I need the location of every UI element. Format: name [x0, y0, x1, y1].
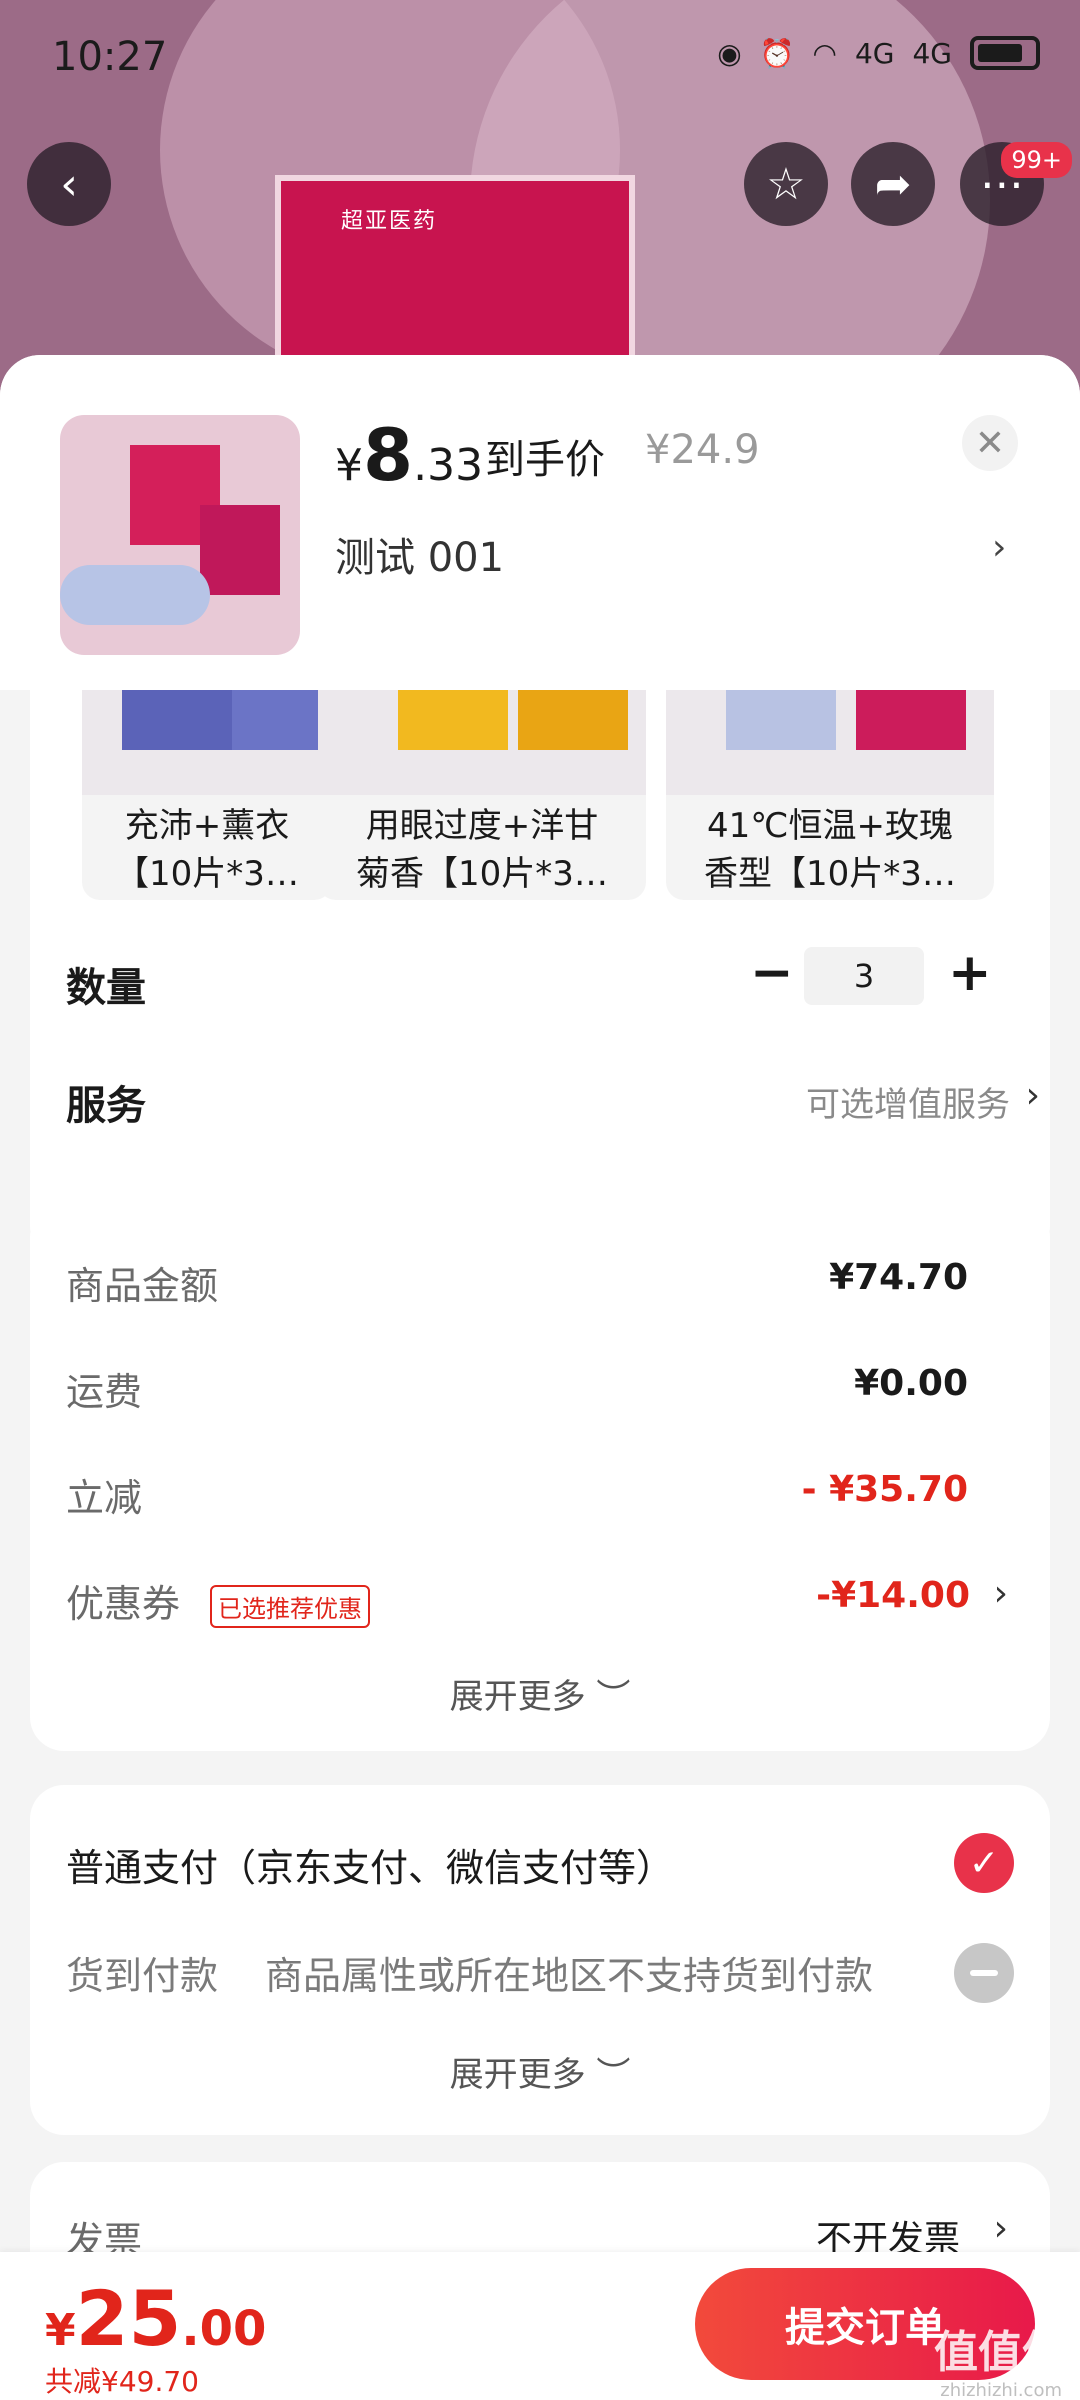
battery-icon — [970, 36, 1040, 70]
goods-amount-value: ¥74.70 — [829, 1257, 968, 1298]
disabled-icon — [954, 1943, 1014, 2003]
total-price: ¥25.00 — [45, 2274, 267, 2363]
product-box-label: 超亚医药 — [341, 209, 438, 234]
expand-more-button[interactable]: 展开更多 ︶ — [30, 1669, 1050, 1718]
payment-cod-label: 货到付款 — [66, 1954, 219, 1998]
watermark-url: zhizhizhi.com — [940, 2380, 1062, 2400]
goods-amount-label: 商品金额 — [66, 1264, 219, 1308]
quantity-decrease-button[interactable]: − — [750, 943, 794, 1003]
wifi-icon: ◠ — [812, 36, 837, 70]
checkout-bar: ¥25.00 共减¥49.70 提交订单 值值值 zhizhizhi.com — [0, 2252, 1080, 2400]
signal-icon: 4G — [854, 36, 895, 70]
chevron-right-icon[interactable]: › — [1026, 1075, 1040, 1116]
star-icon: ☆ — [766, 158, 806, 210]
service-label: 服务 — [66, 1083, 146, 1129]
total-saved: 共减¥49.70 — [45, 2365, 199, 2398]
service-value[interactable]: 可选增值服务 — [806, 1077, 1010, 1126]
variant-option[interactable]: 41℃恒温+玫瑰 香型【10片*3… — [666, 690, 994, 900]
payment-normal-label[interactable]: 普通支付（京东支付、微信支付等） — [66, 1837, 674, 1892]
expand-more-button[interactable]: 展开更多 ︶ — [30, 2047, 1050, 2096]
amount-card: 商品金额 ¥74.70 运费 ¥0.00 立减 - ¥35.70 优惠券 已选推… — [30, 1203, 1050, 1751]
watermark-logo: 值值值 — [934, 2327, 1066, 2378]
payment-cod-note: 商品属性或所在地区不支持货到付款 — [265, 1954, 874, 1998]
coupon-label: 优惠券 — [66, 1582, 181, 1626]
product-thumbnail[interactable] — [60, 415, 300, 655]
status-icons: ◉ ⏰ ◠ 4G 4G — [717, 36, 1040, 70]
signal-icon: 4G — [912, 36, 952, 70]
eye-icon: ◉ — [717, 36, 742, 70]
quantity-increase-button[interactable]: + — [948, 943, 992, 1003]
status-bar: 10:27 ◉ ⏰ ◠ 4G 4G — [0, 0, 1080, 110]
back-button[interactable]: ‹ — [27, 142, 111, 226]
coupon-value[interactable]: -¥14.00 — [816, 1575, 970, 1616]
payment-card: 普通支付（京东支付、微信支付等） ✓ 货到付款 商品属性或所在地区不支持货到付款… — [30, 1785, 1050, 2135]
discount-value: - ¥35.70 — [801, 1469, 968, 1510]
share-icon: ➦ — [874, 158, 912, 210]
quantity-input[interactable]: 3 — [804, 947, 924, 1005]
sku-header: ¥8.33 到手价 ¥24.9 ✕ 测试 001 › — [0, 355, 1080, 690]
status-time: 10:27 — [52, 34, 168, 80]
check-icon[interactable]: ✓ — [954, 1833, 1014, 1893]
final-price-tag: 到手价 — [485, 437, 605, 483]
discount-label: 立减 — [66, 1476, 143, 1520]
favorite-button[interactable]: ☆ — [744, 142, 828, 226]
variant-option[interactable]: 充沛+薰衣 【10片*3… — [82, 690, 332, 900]
chevron-right-icon[interactable]: › — [994, 1573, 1008, 1614]
shipping-value: ¥0.00 — [854, 1363, 968, 1404]
selected-spec[interactable]: 测试 001 — [335, 525, 504, 583]
close-button[interactable]: ✕ — [962, 415, 1018, 471]
message-badge: 99+ — [1001, 142, 1072, 178]
final-price: ¥8.33 — [335, 413, 484, 497]
chevron-left-icon: ‹ — [60, 158, 78, 210]
close-icon: ✕ — [974, 422, 1006, 464]
chevron-right-icon[interactable]: › — [992, 527, 1006, 568]
variant-option[interactable]: 用眼过度+洋甘 菊香【10片*3… — [318, 690, 646, 900]
alarm-icon: ⏰ — [759, 36, 795, 70]
original-price: ¥24.9 — [645, 427, 760, 473]
share-button[interactable]: ➦ — [851, 142, 935, 226]
coupon-tag: 已选推荐优惠 — [210, 1585, 370, 1628]
chevron-right-icon[interactable]: › — [994, 2208, 1008, 2249]
quantity-label: 数量 — [66, 965, 146, 1011]
shipping-label: 运费 — [66, 1370, 143, 1414]
